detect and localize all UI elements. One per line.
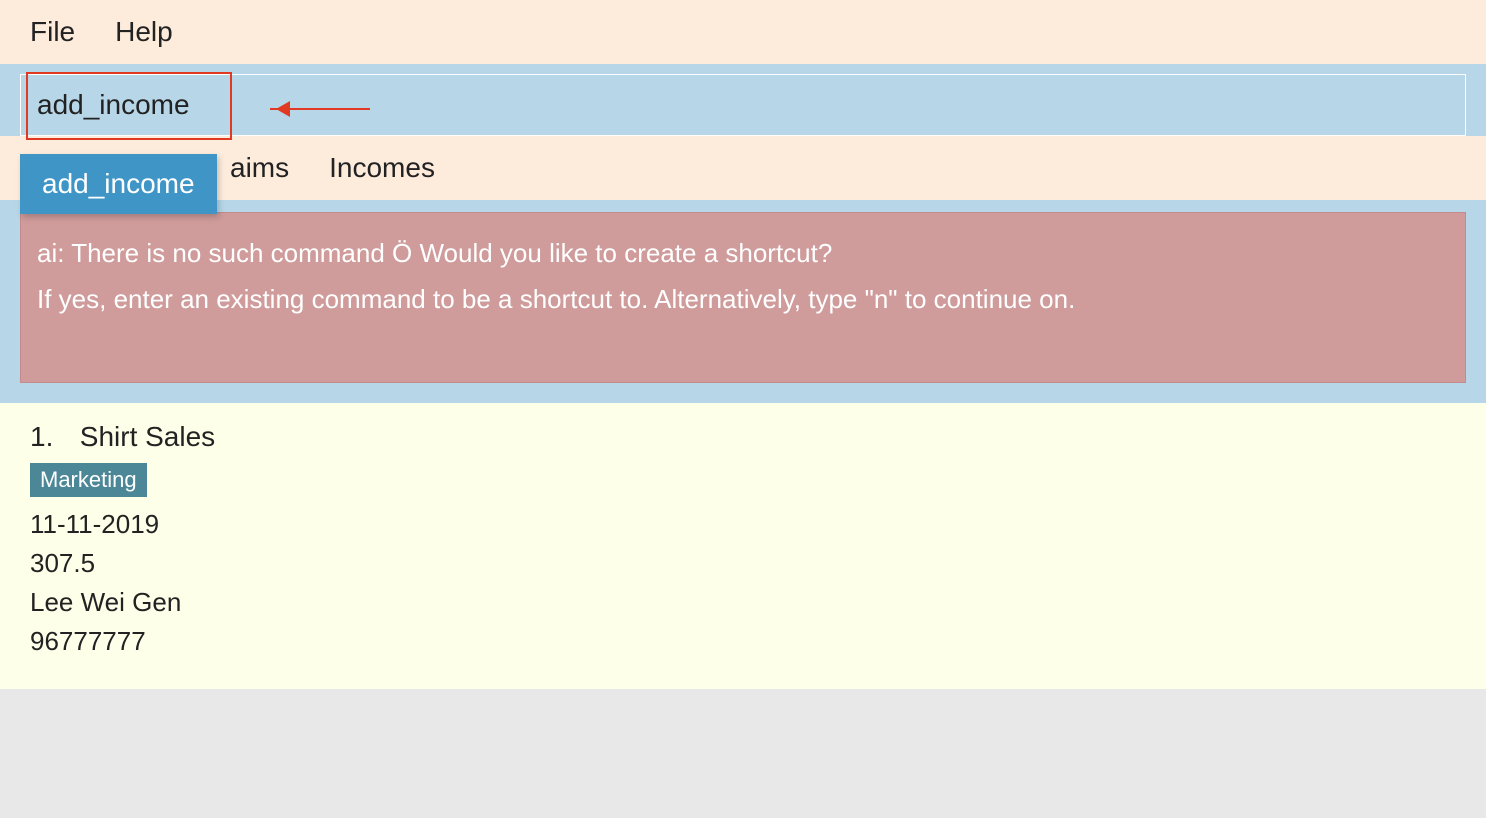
- feedback-line2: If yes, enter an existing command to be …: [37, 277, 1449, 323]
- result-phone: 96777777: [30, 622, 1456, 661]
- command-area: add_income add_income aims Incomes ai: T…: [0, 64, 1486, 403]
- feedback-wrap: ai: There is no such command Ö Would you…: [0, 200, 1486, 403]
- feedback-line1: ai: There is no such command Ö Would you…: [37, 231, 1449, 277]
- result-title: 1. Shirt Sales: [30, 421, 1456, 453]
- command-input[interactable]: add_income: [20, 74, 1466, 136]
- command-wrap: add_income add_income: [0, 64, 1486, 136]
- menu-help[interactable]: Help: [115, 16, 173, 48]
- app-window: File Help add_income add_income aims Inc…: [0, 0, 1486, 689]
- result-card: 1. Shirt Sales Marketing 11-11-2019 307.…: [0, 403, 1486, 689]
- feedback-panel: ai: There is no such command Ö Would you…: [20, 212, 1466, 383]
- tab-incomes[interactable]: Incomes: [329, 152, 435, 184]
- menubar: File Help: [0, 0, 1486, 64]
- menu-file[interactable]: File: [30, 16, 75, 48]
- command-input-value: add_income: [37, 89, 190, 121]
- result-amount: 307.5: [30, 544, 1456, 583]
- result-tag: Marketing: [30, 463, 147, 497]
- tab-claims[interactable]: aims: [230, 152, 289, 184]
- result-index: 1.: [30, 421, 72, 453]
- result-person: Lee Wei Gen: [30, 583, 1456, 622]
- result-name: Shirt Sales: [80, 421, 215, 452]
- autocomplete-suggestion[interactable]: add_income: [20, 154, 217, 214]
- result-date: 11-11-2019: [30, 505, 1456, 544]
- tabs-bar: aims Incomes: [0, 136, 1486, 200]
